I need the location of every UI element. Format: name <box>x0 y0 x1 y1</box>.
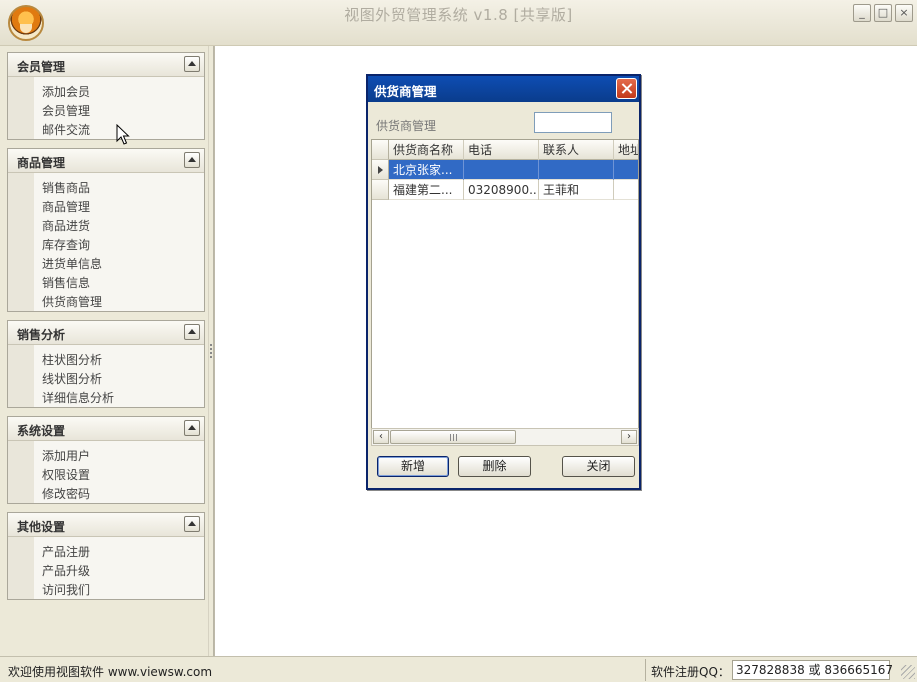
sidebar: 会员管理 添加会员 会员管理 邮件交流 商品管理 销售商品 商品管理 商品进货 … <box>0 46 208 656</box>
sidebar-item-line-analysis[interactable]: 线状图分析 <box>8 370 204 389</box>
grip-icon <box>450 434 457 441</box>
sidebar-item-change-password[interactable]: 修改密码 <box>8 485 204 504</box>
supplier-table: 供货商名称 电话 联系人 地址 北京张家... 福建第二... 03208900… <box>371 139 639 446</box>
cell-phone[interactable] <box>464 160 539 180</box>
column-header-phone[interactable]: 电话 <box>464 140 539 160</box>
search-input[interactable] <box>534 112 612 133</box>
sidebar-item-bar-analysis[interactable]: 柱状图分析 <box>8 351 204 370</box>
scroll-left-icon[interactable]: ‹ <box>373 430 389 444</box>
sidebar-item-inventory[interactable]: 库存查询 <box>8 236 204 255</box>
nav-group-header[interactable]: 商品管理 <box>8 149 204 173</box>
nav-group-title: 销售分析 <box>17 328 66 342</box>
cell-address[interactable] <box>614 160 638 180</box>
collapse-icon[interactable] <box>184 56 200 72</box>
title-bar: 视图外贸管理系统 v1.8 [共享版] _ □ × <box>0 0 917 46</box>
window-title: 视图外贸管理系统 v1.8 [共享版] <box>344 6 573 24</box>
nav-group-title: 其他设置 <box>17 520 66 534</box>
nav-group-title: 系统设置 <box>17 424 66 438</box>
cell-name[interactable]: 福建第二... <box>389 180 464 200</box>
sidebar-item-member-management[interactable]: 会员管理 <box>8 102 204 121</box>
nav-group-members: 会员管理 添加会员 会员管理 邮件交流 <box>7 52 205 140</box>
sidebar-item-detail-analysis[interactable]: 详细信息分析 <box>8 389 204 408</box>
sidebar-item-permissions[interactable]: 权限设置 <box>8 466 204 485</box>
supplier-dialog: 供货商管理 供货商管理 供货商名称 电话 联系人 地址 北京张家... 福建第二… <box>366 74 641 490</box>
scroll-right-icon[interactable]: › <box>621 430 637 444</box>
horizontal-scrollbar[interactable]: ‹ › <box>371 428 639 446</box>
table-row[interactable]: 福建第二... 03208900... 王菲和 <box>389 180 638 200</box>
qq-value: 327828838 或 836665167 <box>732 660 893 680</box>
dialog-close-icon[interactable] <box>616 78 637 99</box>
sidebar-item-sales-info[interactable]: 销售信息 <box>8 274 204 293</box>
sidebar-item-sell-goods[interactable]: 销售商品 <box>8 179 204 198</box>
cell-address[interactable] <box>614 180 638 200</box>
delete-button[interactable]: 删除 <box>458 456 531 477</box>
column-header-address[interactable]: 地址 <box>614 140 638 160</box>
nav-group-title: 会员管理 <box>17 60 66 74</box>
sidebar-item-add-user[interactable]: 添加用户 <box>8 447 204 466</box>
scroll-thumb[interactable] <box>390 430 516 444</box>
cell-contact[interactable]: 王菲和 <box>539 180 614 200</box>
nav-group-sales-analysis: 销售分析 柱状图分析 线状图分析 详细信息分析 <box>7 320 205 408</box>
collapse-icon[interactable] <box>184 152 200 168</box>
sidebar-item-register[interactable]: 产品注册 <box>8 543 204 562</box>
sidebar-item-mail[interactable]: 邮件交流 <box>8 121 204 140</box>
nav-group-header[interactable]: 销售分析 <box>8 321 204 345</box>
cell-phone[interactable]: 03208900... <box>464 180 539 200</box>
minimize-button[interactable]: _ <box>853 4 871 22</box>
sidebar-item-goods-management[interactable]: 商品管理 <box>8 198 204 217</box>
collapse-icon[interactable] <box>184 516 200 532</box>
search-label: 供货商管理 <box>376 119 437 133</box>
maximize-button[interactable]: □ <box>874 4 892 22</box>
table-row[interactable]: 北京张家... <box>389 160 638 180</box>
resize-grip-icon[interactable] <box>901 665 915 679</box>
nav-group-goods: 商品管理 销售商品 商品管理 商品进货 库存查询 进货单信息 销售信息 供货商管… <box>7 148 205 312</box>
sidebar-item-add-member[interactable]: 添加会员 <box>8 83 204 102</box>
mouse-cursor-icon <box>116 124 130 145</box>
status-bar: 欢迎使用视图软件 www.viewsw.com 软件注册QQ： 32782883… <box>0 656 917 682</box>
collapse-icon[interactable] <box>184 324 200 340</box>
sidebar-item-purchase[interactable]: 商品进货 <box>8 217 204 236</box>
row-header[interactable] <box>372 160 389 180</box>
close-window-button[interactable]: × <box>895 4 913 22</box>
sidebar-item-purchase-orders[interactable]: 进货单信息 <box>8 255 204 274</box>
collapse-icon[interactable] <box>184 420 200 436</box>
grip-icon <box>210 344 212 358</box>
nav-group-title: 商品管理 <box>17 156 66 170</box>
nav-group-other-settings: 其他设置 产品注册 产品升级 访问我们 <box>7 512 205 600</box>
current-row-pointer-icon <box>378 166 383 174</box>
dialog-title-bar[interactable]: 供货商管理 <box>368 76 639 102</box>
sidebar-item-visit-us[interactable]: 访问我们 <box>8 581 204 600</box>
corner-header <box>372 140 389 160</box>
nav-group-header[interactable]: 系统设置 <box>8 417 204 441</box>
cell-name[interactable]: 北京张家... <box>389 160 464 180</box>
nav-group-system-settings: 系统设置 添加用户 权限设置 修改密码 <box>7 416 205 504</box>
table-header: 供货商名称 电话 联系人 地址 <box>372 140 638 160</box>
divider <box>645 659 646 681</box>
dialog-title: 供货商管理 <box>374 84 437 99</box>
cell-contact[interactable] <box>539 160 614 180</box>
qq-label: 软件注册QQ： <box>651 665 730 679</box>
sidebar-item-upgrade[interactable]: 产品升级 <box>8 562 204 581</box>
row-header[interactable] <box>372 180 389 200</box>
close-button[interactable]: 关闭 <box>562 456 635 477</box>
nav-group-header[interactable]: 其他设置 <box>8 513 204 537</box>
nav-group-header[interactable]: 会员管理 <box>8 53 204 77</box>
column-header-name[interactable]: 供货商名称 <box>389 140 464 160</box>
welcome-text: 欢迎使用视图软件 www.viewsw.com <box>8 665 213 679</box>
sidebar-item-suppliers[interactable]: 供货商管理 <box>8 293 204 312</box>
add-button[interactable]: 新增 <box>377 456 449 477</box>
column-header-contact[interactable]: 联系人 <box>539 140 614 160</box>
